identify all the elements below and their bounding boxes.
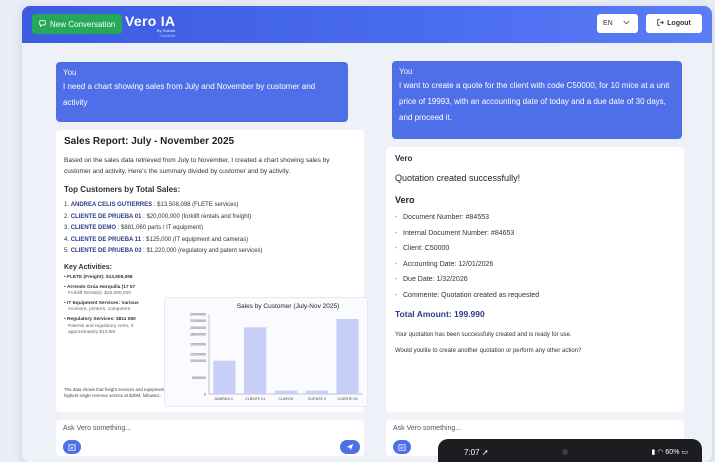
camera-dot [562,449,568,455]
y-tick-label: 5000000 [192,376,206,380]
list-item: 1. ANDREA CELIS GUTIERRES : $13,508,098 … [64,202,239,208]
y-tick-label: 0 [204,393,206,397]
activities-title: Key Activities: [64,263,112,271]
brand-version: m4clk2la [159,33,176,38]
assistant-heading: Vero [395,195,415,205]
x-tick-label: CLIENTE 01 [245,397,265,401]
x-tick-label: ANDREA C. [215,397,234,401]
phone-status: ▮ ◠ 60% ▭ [652,448,688,456]
quotation-note: Your quotation has been successfully cre… [395,332,572,338]
report-title: Sales Report: July - November 2025 [64,136,235,147]
follow-up-question: Would youlite to create another quotatio… [395,348,582,354]
list-item: 3. CLIENTE DEMO : $881,060 parts / IT eq… [64,225,203,232]
top-bar: New Conversation Vero IA By Sakdar m4clk… [22,6,712,43]
chart-bar [244,327,267,394]
logout-icon [657,19,665,28]
list-item: Internal Document Number: #84653 [395,226,675,242]
brand: Vero IA By Sakdar m4clk2la [125,13,175,38]
y-tick-label: 10000000 [190,359,206,363]
user-message-text: I want to create a quote for the client … [399,81,670,122]
user-message: You I need a chart showing sales from Ju… [56,62,348,122]
list-item: 5. CLIENTE DE PRUEBA 03 : $1,220,000 (re… [64,248,263,255]
sales-chart: Sales by Customer (July-Nov 2025) 0 500000… [164,297,368,407]
attach-icon[interactable] [393,440,411,454]
right-conversation: You I want to create a quote for the cli… [384,43,684,462]
chart-bar [213,360,236,394]
top-customers-title: Top Customers by Total Sales: [64,185,181,194]
x-tick-label: CLIENTE 00 [338,397,358,401]
chevron-down-icon [623,20,630,27]
new-conversation-label: New Conversation [50,19,116,29]
logout-label: Logout [667,20,691,27]
assistant-message: Sales Report: July - November 2025 Based… [56,130,368,412]
list-item: Due Date: 1/32/2026 [395,272,675,288]
report-intro: Based on the sales data retrieved from J… [64,157,330,175]
x-tick-label: CLIENTE 0 [308,397,326,401]
y-tick-label: 18000000 [190,333,206,337]
assistant-label: Vero [395,154,413,163]
list-item: • IT Equipment Services: Various monitors… [64,300,139,313]
list-item: Commente: Quotation created as requested [395,288,675,304]
send-icon[interactable] [340,440,360,454]
phone-overlay: 7:07 ➚ ▮ ◠ 60% ▭ [438,439,702,462]
activities-list: • FLETE (Freight): $13,508,098 • Arrendo… [64,275,162,337]
chat-input[interactable]: Ask Vero something... [63,425,131,432]
user-message-text: I need a chart showing sales from July a… [63,82,316,107]
brand-title: Vero IA [125,13,176,29]
x-tick-label: CLIENTE [278,397,294,401]
left-conversation: You I need a chart showing sales from Ju… [48,43,368,462]
wifi-icon: ◠ [657,449,664,456]
location-icon: ➚ [481,448,489,457]
y-tick-label: 15000000 [190,343,206,347]
attach-icon[interactable] [63,440,81,454]
phone-time: 7:07 ➚ [464,448,489,457]
user-message: You I want to create a quote for the cli… [392,61,682,139]
sales-chart-svg: Sales by Customer (July-Nov 2025) 0 500000… [190,303,363,401]
list-item: • Arrendo Grúa Horquilla (17 57 Forklift … [64,284,136,297]
list-item: 2. CLIENTE DE PRUEBA 01 : $20,000,000 (f… [64,213,252,220]
user-label: You [399,67,413,76]
chart-bar [336,319,359,394]
app-window: New Conversation Vero IA By Sakdar m4clk… [22,6,712,462]
list-item: Client: C50000 [395,241,675,257]
chart-title: Sales by Customer (July-Nov 2025) [237,303,340,310]
battery-level: 60% [665,449,680,456]
language-select[interactable]: EN [597,14,638,33]
chat-input-bar: Ask Vero something... [56,420,364,456]
y-tick-label: 24000000 [190,313,206,317]
list-item: • Regulatory Services: $811 060 Patents a… [64,316,136,336]
user-label: You [63,68,77,77]
list-item: • FLETE (Freight): $13,508,098 [64,274,133,280]
chart-bar [274,390,298,394]
y-tick-label: 20000000 [190,326,206,330]
quotation-details: Document Number: #84553 Internal Documen… [395,210,675,303]
signal-icon: ▮ [651,449,656,456]
new-conversation-button[interactable]: New Conversation [32,14,123,34]
quotation-status: Quotation created successfully! [395,173,521,183]
y-tick-label: 12000000 [190,353,206,357]
total-amount: Total Amount: 199.990 [395,309,485,319]
list-item: Document Number: #84553 [395,210,675,226]
chat-icon [39,19,46,29]
chat-input[interactable]: Ask Vero something... [393,425,461,432]
language-value: EN [603,20,613,27]
y-tick-label: 22000000 [190,319,206,323]
list-item: 4. CLIENTE DE PRUEBA 11 : $125,000 (IT e… [64,236,249,243]
battery-icon: ▭ [681,449,688,456]
top-customers-list: 1. ANDREA CELIS GUTIERRES : $13,508,098 … [64,200,356,258]
chart-bar [305,390,328,394]
assistant-message: Vero Quotation created successfully! Ver… [386,147,684,412]
list-item: Accounting Date: 12/01/2026 [395,257,675,273]
logout-button[interactable]: Logout [646,14,702,33]
